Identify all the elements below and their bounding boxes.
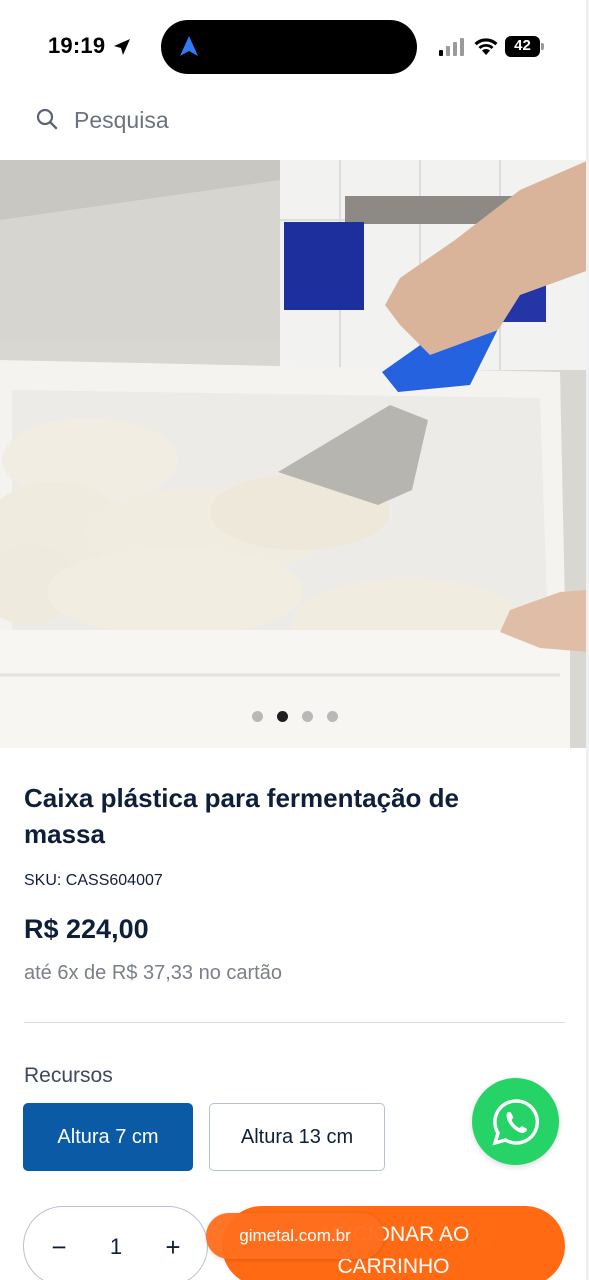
- location-arrow-icon: [114, 39, 130, 55]
- image-pagination[interactable]: [0, 711, 589, 723]
- browser-domain-pill[interactable]: gimetal.com.br: [206, 1213, 384, 1259]
- search-icon: [36, 108, 58, 130]
- whatsapp-icon: [491, 1098, 539, 1146]
- pagination-dot[interactable]: [326, 711, 338, 722]
- pagination-dot[interactable]: [301, 711, 313, 722]
- pagination-dot-active[interactable]: [276, 711, 288, 722]
- product-title: Caixa plástica para fermentação de massa: [24, 783, 459, 849]
- installments-text: até 6x de R$ 37,33 no cartão: [24, 962, 282, 984]
- product-image[interactable]: [0, 160, 589, 748]
- navigation-arrow-icon: [180, 36, 198, 56]
- cellular-signal-icon: [439, 38, 464, 56]
- pagination-dot[interactable]: [251, 711, 263, 722]
- search-bar[interactable]: [0, 92, 589, 152]
- search-input[interactable]: [74, 102, 544, 138]
- product-sku: SKU: CASS604007: [24, 872, 163, 890]
- battery-icon: 42: [505, 36, 545, 57]
- sku-value: CASS604007: [65, 872, 163, 889]
- status-bar: 19:19 42: [0, 0, 589, 90]
- quantity-value[interactable]: 1: [94, 1229, 138, 1265]
- sku-label: SKU:: [24, 872, 62, 889]
- option-height-13cm[interactable]: Altura 13 cm: [209, 1103, 385, 1171]
- whatsapp-button[interactable]: [472, 1078, 559, 1165]
- features-label: Recursos: [24, 1064, 113, 1087]
- quantity-increase-button[interactable]: +: [160, 1229, 186, 1265]
- battery-level: 42: [514, 37, 531, 54]
- quantity-stepper: − 1 +: [23, 1206, 208, 1280]
- option-height-7cm[interactable]: Altura 7 cm: [23, 1103, 193, 1171]
- divider: [24, 1022, 565, 1023]
- product-price: R$ 224,00: [24, 914, 149, 944]
- quantity-decrease-button[interactable]: −: [46, 1229, 72, 1265]
- status-time: 19:19: [48, 33, 106, 58]
- wifi-icon: [474, 38, 498, 55]
